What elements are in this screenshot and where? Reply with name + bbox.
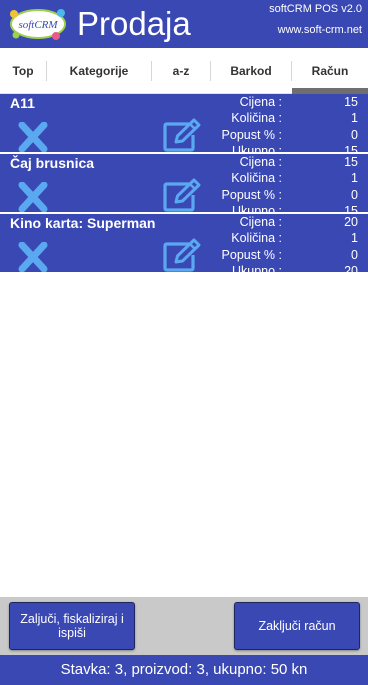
fiscalize-print-button[interactable]: Zaljuči, fiskaliziraj i ispiši (9, 602, 135, 650)
category-tabs: Top Kategorije a-z Barkod Račun (0, 48, 368, 94)
total-value: 20 (344, 264, 358, 274)
delete-item-icon[interactable] (17, 242, 49, 272)
tab-a-z[interactable]: a-z (152, 48, 210, 94)
tab-kategorije[interactable]: Kategorije (47, 48, 151, 94)
close-receipt-button[interactable]: Zaključi račun (234, 602, 360, 650)
delete-item-icon[interactable] (17, 182, 49, 212)
discount-value: 0 (351, 248, 358, 262)
edit-item-icon[interactable] (162, 238, 202, 272)
app-header: softCRM Prodaja softCRM POS v2.0 www.sof… (0, 0, 368, 48)
softcrm-logo: softCRM (10, 9, 66, 40)
price-value: 15 (344, 95, 358, 109)
item-name: A11 (10, 95, 35, 111)
page-title: Prodaja (77, 5, 191, 42)
tab-barkod[interactable]: Barkod (211, 48, 291, 94)
discount-label: Popust % : (221, 248, 282, 262)
quantity-value: 1 (351, 171, 358, 185)
delete-item-icon[interactable] (17, 122, 49, 152)
total-value: 15 (344, 144, 358, 154)
total-label: Ukupno : (231, 144, 282, 154)
receipt-item: Čaj brusnica Cijena : 15 Količina : 1 Po… (0, 154, 368, 214)
quantity-label: Količina : (231, 111, 282, 125)
item-name: Čaj brusnica (10, 155, 95, 171)
total-value: 15 (344, 204, 358, 214)
receipt-item: Kino karta: Superman Cijena : 20 Količin… (0, 214, 368, 274)
quantity-label: Količina : (231, 171, 282, 185)
discount-value: 0 (351, 188, 358, 202)
action-bar: Zaljuči, fiskaliziraj i ispiši Zaključi … (0, 597, 368, 655)
price-label: Cijena : (239, 155, 282, 169)
total-label: Ukupno : (231, 204, 282, 214)
receipt-items-list: A11 Cijena : 15 Količina : 1 Popust % : … (0, 94, 368, 274)
status-bar: Stavka: 3, proizvod: 3, ukupno: 50 kn (0, 655, 368, 685)
total-label: Ukupno : (231, 264, 282, 274)
price-label: Cijena : (239, 95, 282, 109)
discount-label: Popust % : (221, 128, 282, 142)
edit-item-icon[interactable] (162, 118, 202, 152)
quantity-value: 1 (351, 231, 358, 245)
app-version: softCRM POS v2.0 (269, 3, 362, 15)
receipt-item: A11 Cijena : 15 Količina : 1 Popust % : … (0, 94, 368, 154)
edit-item-icon[interactable] (162, 178, 202, 212)
price-value: 20 (344, 215, 358, 229)
quantity-label: Količina : (231, 231, 282, 245)
discount-label: Popust % : (221, 188, 282, 202)
tab-top[interactable]: Top (0, 48, 46, 94)
discount-value: 0 (351, 128, 358, 142)
logo-text: softCRM (18, 19, 58, 31)
price-value: 15 (344, 155, 358, 169)
price-label: Cijena : (239, 215, 282, 229)
quantity-value: 1 (351, 111, 358, 125)
item-name: Kino karta: Superman (10, 215, 156, 231)
website-link[interactable]: www.soft-crm.net (278, 24, 362, 36)
